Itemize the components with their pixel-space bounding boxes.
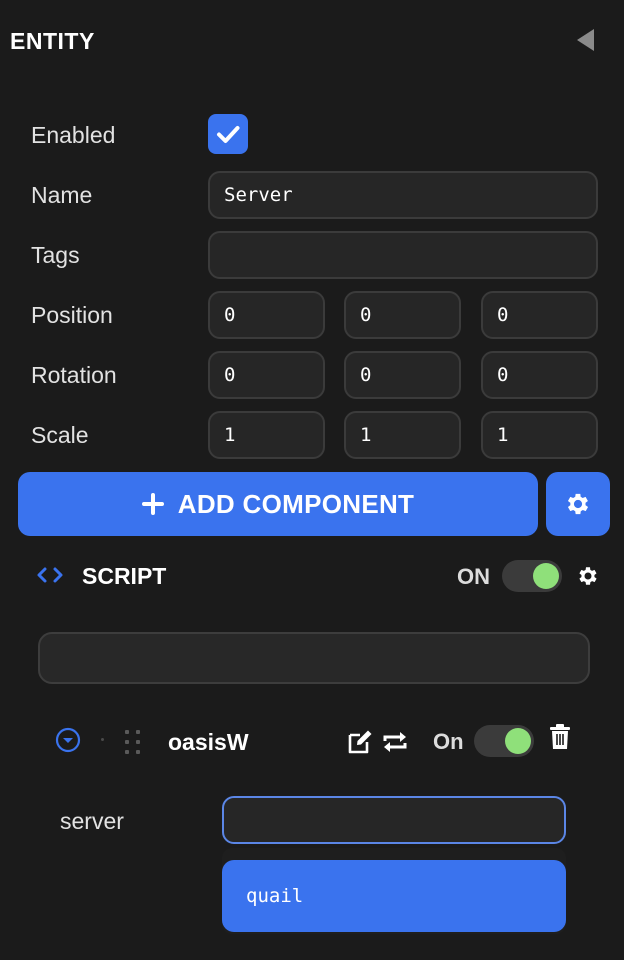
edit-script-icon[interactable] bbox=[346, 728, 374, 761]
collapse-panel-icon[interactable] bbox=[572, 26, 600, 54]
name-input[interactable] bbox=[208, 171, 598, 219]
server-attribute-input[interactable] bbox=[222, 796, 566, 844]
panel-title: ENTITY bbox=[10, 28, 95, 54]
script-settings-gear-icon[interactable] bbox=[576, 564, 600, 593]
scale-label: Scale bbox=[31, 422, 89, 448]
rotation-z-input[interactable] bbox=[481, 351, 598, 399]
script-component-toggle[interactable] bbox=[502, 560, 562, 592]
position-z-input[interactable] bbox=[481, 291, 598, 339]
scale-z-input[interactable] bbox=[481, 411, 598, 459]
expand-script-icon[interactable] bbox=[54, 726, 82, 759]
script-toggle[interactable] bbox=[474, 725, 534, 757]
toggle-knob bbox=[533, 563, 559, 589]
code-brackets-icon bbox=[36, 563, 64, 587]
tags-label: Tags bbox=[31, 242, 80, 268]
rotation-y-input[interactable] bbox=[344, 351, 461, 399]
trash-icon[interactable] bbox=[549, 724, 571, 755]
gear-icon bbox=[567, 493, 589, 515]
panel-header: ENTITY bbox=[0, 0, 624, 80]
position-y-input[interactable] bbox=[344, 291, 461, 339]
position-label: Position bbox=[31, 302, 113, 328]
entity-picker-dropdown: quail bbox=[222, 848, 566, 934]
script-component-state-label: ON bbox=[457, 564, 490, 589]
plus-icon bbox=[141, 493, 164, 515]
separator-dot bbox=[101, 738, 104, 741]
check-icon bbox=[217, 126, 240, 143]
scale-x-input[interactable] bbox=[208, 411, 325, 459]
script-search-input[interactable] bbox=[38, 632, 590, 684]
tags-input[interactable] bbox=[208, 231, 598, 279]
component-settings-button[interactable] bbox=[546, 472, 610, 536]
scale-y-input[interactable] bbox=[344, 411, 461, 459]
name-label: Name bbox=[31, 182, 93, 208]
entity-inspector-panel: ENTITY Enabled Name Tags Position Rotati… bbox=[0, 0, 624, 960]
drag-handle-icon[interactable] bbox=[122, 728, 144, 761]
toggle-knob bbox=[505, 728, 531, 754]
script-component-title: SCRIPT bbox=[82, 563, 167, 589]
add-component-button[interactable]: ADD COMPONENT bbox=[18, 472, 538, 536]
script-state-label: On bbox=[433, 729, 464, 754]
dropdown-option[interactable]: quail bbox=[222, 860, 566, 932]
enabled-label: Enabled bbox=[31, 122, 116, 148]
reload-script-icon[interactable] bbox=[381, 728, 409, 761]
add-component-label: ADD COMPONENT bbox=[177, 488, 415, 519]
rotation-label: Rotation bbox=[31, 362, 117, 388]
script-name: oasisW bbox=[168, 729, 249, 755]
position-x-input[interactable] bbox=[208, 291, 325, 339]
rotation-x-input[interactable] bbox=[208, 351, 325, 399]
server-attribute-label: server bbox=[60, 808, 124, 834]
enabled-checkbox[interactable] bbox=[208, 114, 248, 154]
